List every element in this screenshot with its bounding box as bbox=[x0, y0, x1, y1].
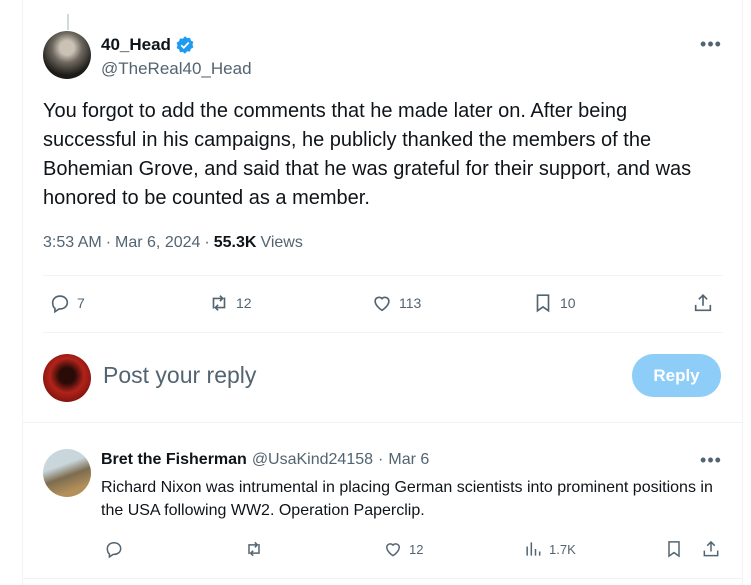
meta-separator: · bbox=[204, 234, 210, 251]
current-user-avatar[interactable] bbox=[43, 354, 91, 402]
author-avatar[interactable] bbox=[43, 31, 91, 79]
verified-badge-icon bbox=[176, 36, 194, 54]
reply-input[interactable]: Post your reply bbox=[103, 362, 256, 389]
meta-separator: · bbox=[378, 451, 384, 468]
comment-date[interactable]: Mar 6 bbox=[388, 451, 429, 469]
retweet-action[interactable]: 12 bbox=[208, 292, 252, 314]
comment-text: Richard Nixon was intrumental in placing… bbox=[101, 479, 713, 519]
tweet-text: You forgot to add the comments that he m… bbox=[43, 100, 692, 209]
reply-icon bbox=[106, 541, 122, 559]
tweet-time[interactable]: 3:53 AM bbox=[43, 234, 102, 252]
divider bbox=[43, 275, 723, 276]
author-handle[interactable]: @TheReal40_Head bbox=[101, 59, 252, 79]
retweet-icon bbox=[248, 541, 260, 557]
bookmark-action[interactable]: 10 bbox=[532, 292, 576, 314]
comment-bookmark-action[interactable] bbox=[664, 539, 684, 559]
thread-connector-line bbox=[67, 14, 69, 30]
author-display-name[interactable]: 40_Head bbox=[101, 35, 171, 55]
comment-header: Bret the Fisherman @UsaKind24158 · Mar 6 bbox=[101, 451, 429, 469]
heart-icon bbox=[374, 296, 390, 312]
comment-reply-action[interactable] bbox=[104, 539, 124, 559]
views-count: 55.3K bbox=[213, 234, 257, 251]
share-action[interactable] bbox=[692, 292, 714, 314]
commenter-name[interactable]: Bret the Fisherman bbox=[101, 451, 247, 469]
share-icon bbox=[694, 294, 712, 312]
comment-more-options-icon[interactable]: ••• bbox=[700, 449, 722, 471]
retweet-icon bbox=[212, 295, 226, 311]
like-count: 113 bbox=[399, 295, 422, 311]
divider bbox=[22, 578, 743, 579]
comment-share-action[interactable] bbox=[701, 539, 721, 559]
reply-button[interactable]: Reply bbox=[632, 354, 721, 397]
tweet-meta: 3:53 AM · Mar 6, 2024 · 55.3K Views bbox=[43, 234, 303, 252]
comment-views-count: 1.7K bbox=[549, 541, 576, 557]
reply-count: 7 bbox=[77, 295, 85, 311]
tweet-date[interactable]: Mar 6, 2024 bbox=[115, 234, 200, 252]
retweet-count: 12 bbox=[236, 295, 252, 311]
comment-like-count: 12 bbox=[409, 541, 424, 557]
analytics-icon bbox=[526, 542, 541, 556]
bookmark-count: 10 bbox=[560, 295, 576, 311]
reply-icon bbox=[51, 295, 69, 314]
comment-views-action[interactable]: 1.7K bbox=[523, 539, 576, 559]
meta-separator: · bbox=[105, 234, 112, 251]
commenter-handle[interactable]: @UsaKind24158 bbox=[252, 451, 373, 469]
more-options-icon[interactable]: ••• bbox=[700, 33, 722, 55]
reply-action[interactable]: 7 bbox=[49, 292, 85, 314]
author-name-row: 40_Head bbox=[101, 35, 195, 55]
commenter-avatar[interactable] bbox=[43, 449, 91, 497]
divider bbox=[43, 332, 723, 333]
comment-retweet-action[interactable] bbox=[244, 539, 264, 559]
like-action[interactable]: 113 bbox=[371, 292, 421, 314]
share-icon bbox=[703, 540, 719, 557]
divider bbox=[22, 422, 743, 423]
bookmark-icon bbox=[668, 541, 680, 558]
comment-like-action[interactable]: 12 bbox=[383, 539, 423, 559]
views-label: Views bbox=[260, 234, 303, 251]
bookmark-icon bbox=[536, 294, 550, 313]
heart-icon bbox=[385, 543, 401, 557]
